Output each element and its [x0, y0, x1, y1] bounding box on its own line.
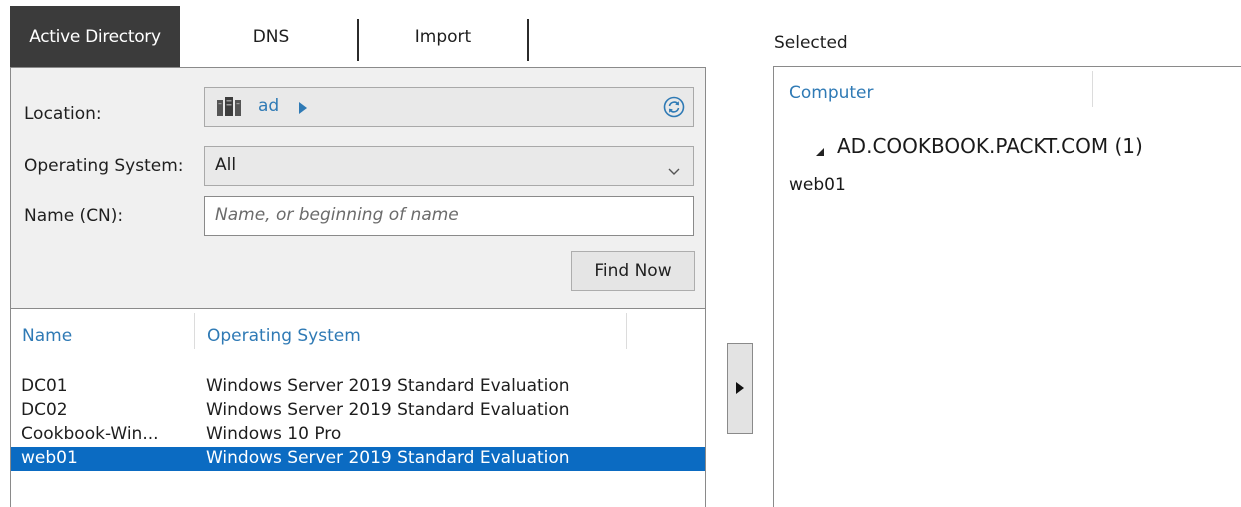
column-header-computer[interactable]: Computer [789, 83, 874, 103]
row-os: Windows 10 Pro [206, 424, 342, 444]
tab-divider [527, 19, 529, 61]
row-os: Windows Server 2019 Standard Evaluation [206, 400, 570, 420]
row-os: Windows Server 2019 Standard Evaluation [206, 448, 570, 468]
tab-dns[interactable]: DNS [186, 6, 356, 67]
table-row-selected[interactable]: web01 Windows Server 2019 Standard Evalu… [11, 447, 705, 471]
triangle-right-icon[interactable] [298, 100, 308, 119]
domain-server-icon [217, 97, 241, 121]
location-label: Location: [24, 104, 102, 124]
row-name: DC02 [21, 400, 68, 420]
name-field[interactable]: Name, or beginning of name [204, 196, 694, 236]
column-divider[interactable] [1092, 71, 1093, 107]
os-select-value: All [215, 155, 237, 175]
tree-expanded-icon[interactable] [815, 142, 825, 161]
location-picker[interactable]: ad [204, 87, 694, 127]
tab-active-directory[interactable]: Active Directory [10, 6, 180, 67]
add-to-selected-button[interactable] [727, 343, 753, 434]
results-list: Name Operating System DC01 Windows Serve… [10, 309, 706, 507]
selected-heading: Selected [774, 33, 848, 53]
column-header-os[interactable]: Operating System [207, 326, 361, 346]
refresh-icon[interactable] [663, 96, 685, 122]
location-breadcrumb[interactable]: ad [258, 96, 279, 116]
move-right-icon [735, 379, 745, 398]
tree-group-domain[interactable]: AD.COOKBOOK.PACKT.COM (1) [837, 134, 1143, 158]
selected-item[interactable]: web01 [789, 175, 846, 195]
column-header-name[interactable]: Name [22, 326, 72, 346]
row-name: DC01 [21, 376, 68, 396]
selected-list: Computer AD.COOKBOOK.PACKT.COM (1) web01 [773, 66, 1241, 507]
column-divider[interactable] [194, 313, 195, 349]
name-label: Name (CN): [24, 206, 124, 226]
os-select[interactable]: All [204, 146, 694, 186]
name-field-placeholder: Name, or beginning of name [215, 205, 459, 225]
os-label: Operating System: [24, 156, 184, 176]
table-row[interactable]: Cookbook-Win... Windows 10 Pro [11, 423, 705, 447]
search-panel: Location: ad Operating System: All Name … [10, 67, 706, 309]
row-os: Windows Server 2019 Standard Evaluation [206, 376, 570, 396]
table-row[interactable]: DC01 Windows Server 2019 Standard Evalua… [11, 375, 705, 399]
table-row[interactable]: DC02 Windows Server 2019 Standard Evalua… [11, 399, 705, 423]
row-name: web01 [21, 448, 78, 468]
find-now-button[interactable]: Find Now [571, 251, 695, 291]
column-divider[interactable] [626, 313, 627, 349]
chevron-down-icon[interactable] [668, 161, 680, 180]
tab-import[interactable]: Import [360, 6, 526, 67]
tab-divider [357, 19, 359, 61]
row-name: Cookbook-Win... [21, 424, 159, 444]
